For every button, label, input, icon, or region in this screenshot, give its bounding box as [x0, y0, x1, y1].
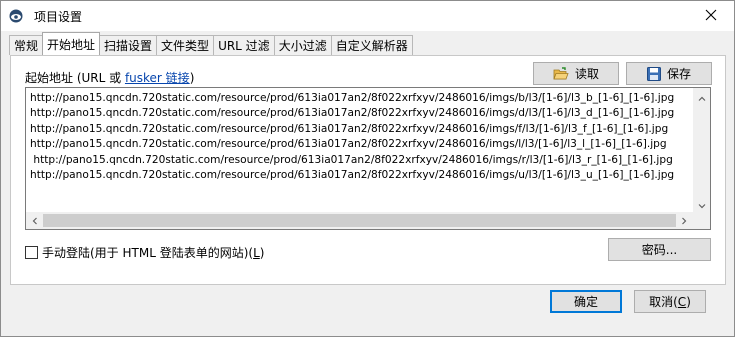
scrollbar-corner — [693, 212, 710, 229]
tab-scan-settings[interactable]: 扫描设置 — [99, 35, 158, 55]
ok-button[interactable]: 确定 — [550, 290, 622, 313]
vertical-scrollbar[interactable] — [693, 88, 710, 213]
close-button[interactable] — [694, 4, 728, 28]
close-icon — [705, 9, 717, 24]
tab-start-address[interactable]: 开始地址 — [42, 32, 101, 55]
scroll-right-button[interactable] — [676, 212, 693, 229]
tab-general[interactable]: 常规 — [9, 35, 44, 55]
save-button-label: 保存 — [666, 67, 691, 81]
open-folder-icon — [553, 66, 569, 81]
read-button-label: 读取 — [574, 67, 599, 81]
manual-login-accel: L — [253, 246, 260, 260]
cancel-label-suffix: ) — [686, 294, 691, 309]
horizontal-scrollbar[interactable] — [26, 212, 693, 229]
chevron-down-icon — [698, 198, 706, 212]
tab-strip: 常规 开始地址 扫描设置 文件类型 URL 过滤 大小过滤 自定义解析器 — [9, 32, 413, 55]
floppy-disk-icon — [646, 66, 661, 81]
start-address-panel: 起始地址 (URL 或 fusker 链接) 读取 保存 http://pano… — [10, 55, 726, 285]
scroll-left-button[interactable] — [26, 212, 43, 229]
url-line: http://pano15.qncdn.720static.com/resour… — [30, 169, 675, 182]
manual-login-label-end: ) — [259, 246, 265, 260]
start-address-label: 起始地址 (URL 或 fusker 链接) — [25, 69, 194, 86]
tab-size-filter[interactable]: 大小过滤 — [273, 35, 332, 55]
chevron-right-icon — [682, 214, 687, 228]
url-line: http://pano15.qncdn.720static.com/resour… — [30, 122, 669, 135]
read-button[interactable]: 读取 — [533, 62, 619, 85]
manual-login-checkbox[interactable] — [25, 246, 38, 259]
scroll-down-button[interactable] — [693, 196, 710, 213]
chevron-left-icon — [32, 214, 37, 228]
app-icon — [9, 9, 23, 23]
url-list: http://pano15.qncdn.720static.com/resour… — [30, 91, 674, 183]
save-button[interactable]: 保存 — [626, 62, 712, 85]
tab-url-filter[interactable]: URL 过滤 — [213, 35, 275, 55]
password-button[interactable]: 密码... — [608, 238, 711, 261]
url-line: http://pano15.qncdn.720static.com/resour… — [30, 92, 675, 104]
window-title: 项目设置 — [34, 10, 83, 24]
fusker-link[interactable]: fusker 链接 — [125, 71, 190, 85]
horizontal-scroll-thumb[interactable] — [43, 214, 676, 227]
cancel-accel: C — [677, 294, 687, 309]
tab-custom-parser[interactable]: 自定义解析器 — [330, 35, 413, 55]
url-line: http://pano15.qncdn.720static.com/resour… — [30, 138, 667, 151]
manual-login-label: 手动登陆(用于 HTML 登陆表单的网站)(L) — [42, 244, 264, 261]
chevron-up-icon — [698, 90, 706, 104]
start-address-label-suffix: ) — [189, 71, 195, 85]
start-address-label-prefix: 起始地址 (URL 或 — [25, 71, 125, 85]
title-bar: 项目设置 — [1, 1, 734, 31]
manual-login-checkbox-row[interactable]: 手动登陆(用于 HTML 登陆表单的网站)(L) — [25, 244, 264, 261]
manual-login-label-text: 手动登陆(用于 HTML 登陆表单的网站)( — [42, 246, 254, 260]
scroll-up-button[interactable] — [693, 88, 710, 105]
cancel-button[interactable]: 取消(C) — [634, 290, 706, 313]
url-textarea[interactable]: http://pano15.qncdn.720static.com/resour… — [25, 87, 711, 230]
url-line: http://pano15.qncdn.720static.com/resour… — [30, 153, 673, 166]
tab-file-types[interactable]: 文件类型 — [156, 35, 215, 55]
url-line: http://pano15.qncdn.720static.com/resour… — [30, 107, 675, 120]
project-settings-dialog: 项目设置 常规 开始地址 扫描设置 文件类型 URL 过滤 大小过滤 自定义解析… — [0, 0, 735, 337]
cancel-label-prefix: 取消( — [649, 295, 678, 309]
